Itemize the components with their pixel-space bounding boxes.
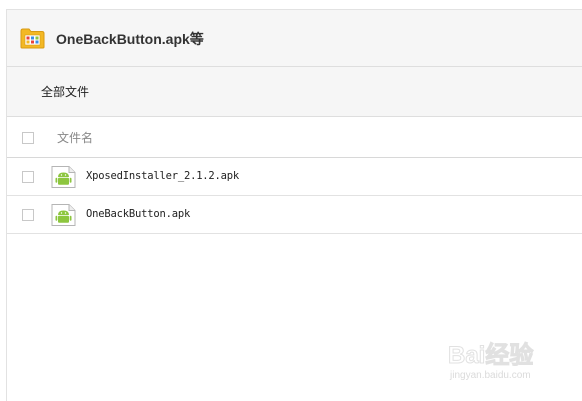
breadcrumb-all-files[interactable]: 全部文件 (41, 84, 89, 100)
file-name[interactable]: OneBackButton.apk (86, 207, 190, 221)
android-apk-icon (51, 166, 76, 188)
android-apk-icon (51, 204, 76, 226)
filename-column-header[interactable]: 文件名 (57, 130, 93, 146)
watermark-url: jingyan.baidu.com (450, 370, 531, 381)
select-all-checkbox[interactable] (22, 132, 34, 144)
file-row[interactable]: XposedInstaller_2.1.2.apk (7, 158, 582, 196)
file-checkbox[interactable] (22, 209, 34, 221)
folder-icon (20, 28, 45, 49)
file-row[interactable]: OneBackButton.apk (7, 196, 582, 234)
file-list-header: 文件名 (7, 117, 582, 158)
breadcrumb-bar: 全部文件 (7, 67, 582, 117)
title-bar: OneBackButton.apk等 (7, 10, 582, 67)
watermark-logo: Bai经验 (447, 342, 534, 369)
file-checkbox[interactable] (22, 171, 34, 183)
share-title: OneBackButton.apk等 (56, 31, 204, 47)
file-name[interactable]: XposedInstaller_2.1.2.apk (86, 169, 239, 183)
baidu-jingyan-watermark: Bai经验 jingyan.baidu.com (447, 342, 558, 388)
